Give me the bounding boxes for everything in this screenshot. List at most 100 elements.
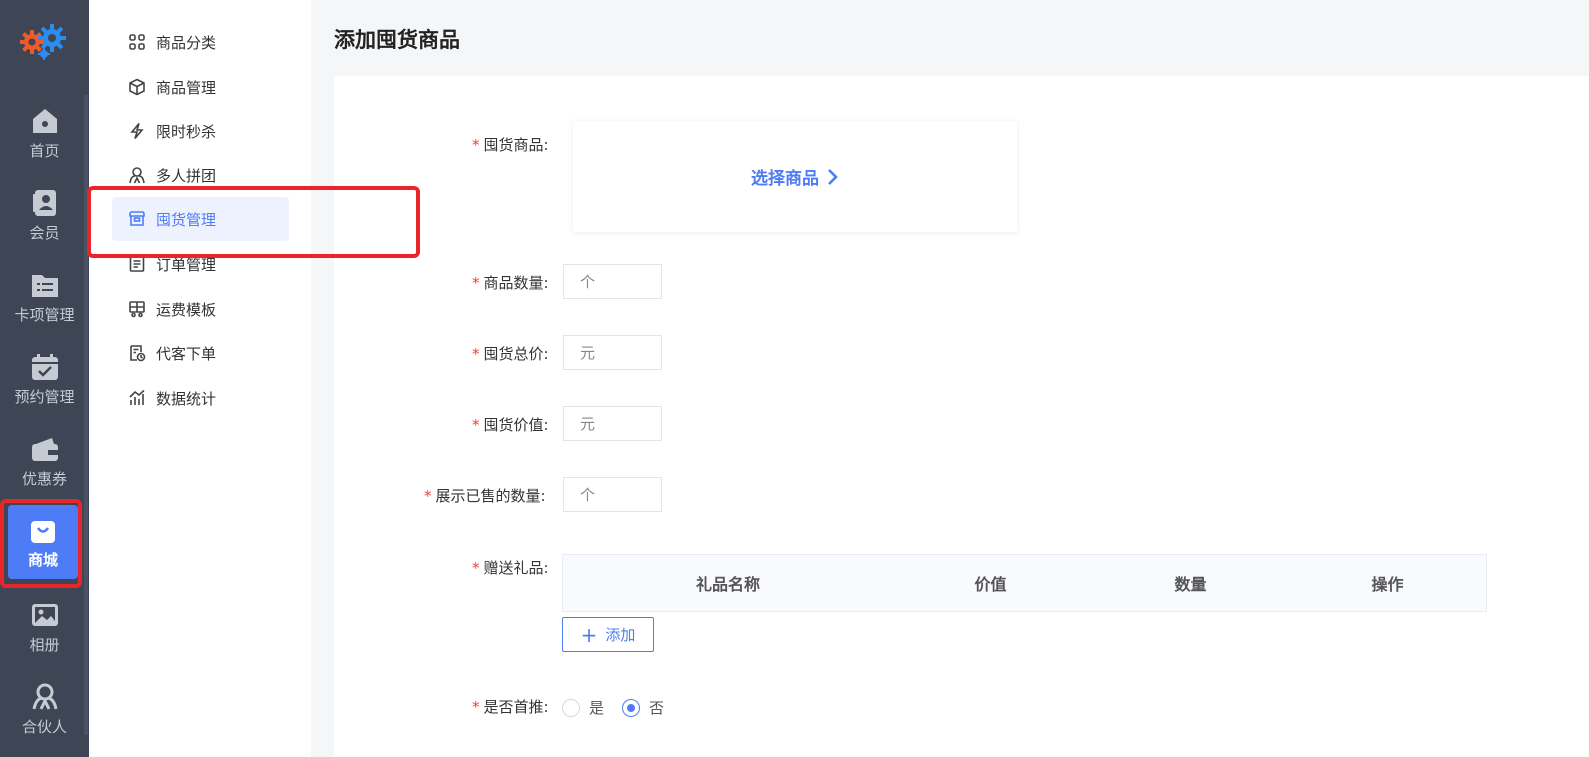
main-nav-rail: 首页 会员 卡项管理 预约管理 优惠券 商城 相册 合伙人 (0, 0, 89, 757)
required-mark: * (472, 698, 480, 716)
recommend-no-radio[interactable]: 否 (622, 697, 664, 718)
submenu-item-group-buy[interactable]: 多人拼团 (112, 153, 289, 197)
select-goods-button[interactable]: 选择商品 (573, 121, 1017, 232)
lightning-icon (130, 122, 144, 140)
total-price-label: * 囤货总价: (472, 343, 549, 364)
rail-item-home[interactable]: 首页 (0, 94, 89, 172)
chevron-right-icon (828, 168, 838, 185)
app-root: 首页 会员 卡项管理 预约管理 优惠券 商城 相册 合伙人 商品分类 商品管理 … (0, 0, 1589, 757)
chart-icon (129, 389, 145, 405)
sold-count-label: * 展示已售的数量: (424, 485, 546, 506)
stock-value-label-text: 囤货价值: (483, 416, 549, 434)
required-mark: * (472, 416, 480, 434)
order-icon (129, 256, 145, 272)
stock-value-label: * 囤货价值: (472, 414, 549, 435)
submenu-item-label: 代客下单 (156, 344, 217, 363)
total-price-placeholder: 元 (580, 344, 596, 362)
radio-circle[interactable] (562, 698, 580, 717)
add-gift-label: 添加 (605, 626, 636, 644)
submenu-item-label: 多人拼团 (156, 166, 217, 185)
folder-list-icon (31, 274, 58, 297)
submenu-item-proxy-order[interactable]: 代客下单 (112, 331, 289, 375)
rail-item-label: 商城 (27, 550, 58, 569)
submenu-item-label: 运费模板 (156, 300, 217, 319)
required-mark: * (472, 345, 480, 363)
gift-label: * 赠送礼品: (472, 557, 549, 578)
sold-count-placeholder: 个 (580, 486, 596, 504)
group-icon (129, 167, 145, 184)
rail-item-label: 预约管理 (14, 387, 75, 406)
required-mark: * (424, 487, 432, 505)
submenu-item-label: 数据统计 (156, 389, 217, 408)
rail-item-album[interactable]: 相册 (0, 588, 89, 666)
rail-item-mall[interactable]: 商城 (8, 505, 78, 579)
submenu-item-goods[interactable]: 商品管理 (112, 65, 289, 109)
quantity-label-text: 商品数量: (483, 274, 549, 292)
mall-submenu: 商品分类 商品管理 限时秒杀 多人拼团 囤货管理 订单管理 运费模板 代客下单 (89, 0, 311, 757)
sold-count-input[interactable]: 个 (563, 477, 662, 512)
total-price-label-text: 囤货总价: (483, 345, 549, 363)
goods-label-text: 囤货商品: (483, 136, 549, 154)
partner-icon (32, 683, 57, 710)
receipt-icon (130, 345, 146, 362)
quantity-placeholder: 个 (580, 273, 596, 291)
recommend-label-text: 是否首推: (483, 698, 549, 716)
quantity-input[interactable]: 个 (563, 264, 662, 299)
rail-item-cards[interactable]: 卡项管理 (0, 258, 89, 336)
submenu-item-label: 限时秒杀 (156, 122, 217, 141)
stock-value-input[interactable]: 元 (563, 406, 662, 441)
gift-label-text: 赠送礼品: (483, 559, 549, 577)
rail-scrollbar[interactable] (84, 95, 88, 735)
rail-item-partner[interactable]: 合伙人 (0, 670, 89, 748)
gift-column-name: 礼品名称 (695, 575, 760, 594)
recommend-label: * 是否首推: (472, 696, 549, 717)
submenu-item-category[interactable]: 商品分类 (112, 20, 289, 64)
submenu-item-order[interactable]: 订单管理 (112, 242, 289, 286)
submenu-item-label: 商品管理 (156, 78, 217, 97)
gift-table-header: 礼品名称 价值 数量 操作 (562, 554, 1487, 612)
submenu-item-label: 囤货管理 (156, 210, 217, 229)
plus-icon: + (580, 622, 598, 647)
gift-column-value: 价值 (974, 575, 1007, 594)
sold-count-label-text: 展示已售的数量: (435, 487, 546, 505)
rail-item-label: 首页 (29, 141, 60, 160)
radio-circle-checked[interactable] (622, 698, 640, 717)
submenu-item-statistics[interactable]: 数据统计 (112, 376, 289, 420)
calendar-check-icon (31, 353, 58, 380)
submenu-item-flash-sale[interactable]: 限时秒杀 (112, 109, 289, 153)
rail-item-coupon[interactable]: 优惠券 (0, 422, 89, 500)
rail-item-member[interactable]: 会员 (0, 176, 89, 254)
select-goods-label: 选择商品 (751, 169, 819, 189)
cube-icon (129, 78, 145, 96)
submenu-item-freight[interactable]: 运费模板 (112, 287, 289, 331)
required-mark: * (472, 274, 480, 292)
member-icon (32, 189, 56, 216)
rail-item-label: 卡项管理 (14, 305, 75, 324)
required-mark: * (472, 136, 480, 154)
gift-column-quantity: 数量 (1174, 575, 1207, 594)
gift-column-action: 操作 (1371, 575, 1404, 594)
rail-item-label: 相册 (29, 635, 60, 654)
submenu-item-stock[interactable]: 囤货管理 (112, 197, 289, 241)
wallet-icon (31, 437, 58, 461)
image-icon (31, 603, 58, 626)
quantity-label: * 商品数量: (472, 272, 549, 293)
submenu-item-label: 商品分类 (156, 33, 217, 52)
add-gift-button[interactable]: + 添加 (562, 617, 654, 652)
truck-icon (129, 301, 145, 318)
gears-logo-icon (20, 24, 66, 60)
page-title: 添加囤货商品 (334, 28, 460, 52)
radio-label: 否 (649, 699, 665, 717)
rail-item-label: 合伙人 (21, 717, 67, 736)
submenu-item-label: 订单管理 (156, 255, 217, 274)
total-price-input[interactable]: 元 (563, 335, 662, 370)
stock-value-placeholder: 元 (580, 415, 596, 433)
recommend-yes-radio[interactable]: 是 (562, 697, 604, 718)
radio-label: 是 (589, 699, 605, 717)
rail-item-label: 会员 (29, 223, 60, 242)
grid-icon (129, 34, 145, 50)
required-mark: * (472, 559, 480, 577)
rail-item-booking[interactable]: 预约管理 (0, 340, 89, 418)
goods-label: * 囤货商品: (472, 134, 549, 155)
stock-icon (129, 211, 145, 226)
